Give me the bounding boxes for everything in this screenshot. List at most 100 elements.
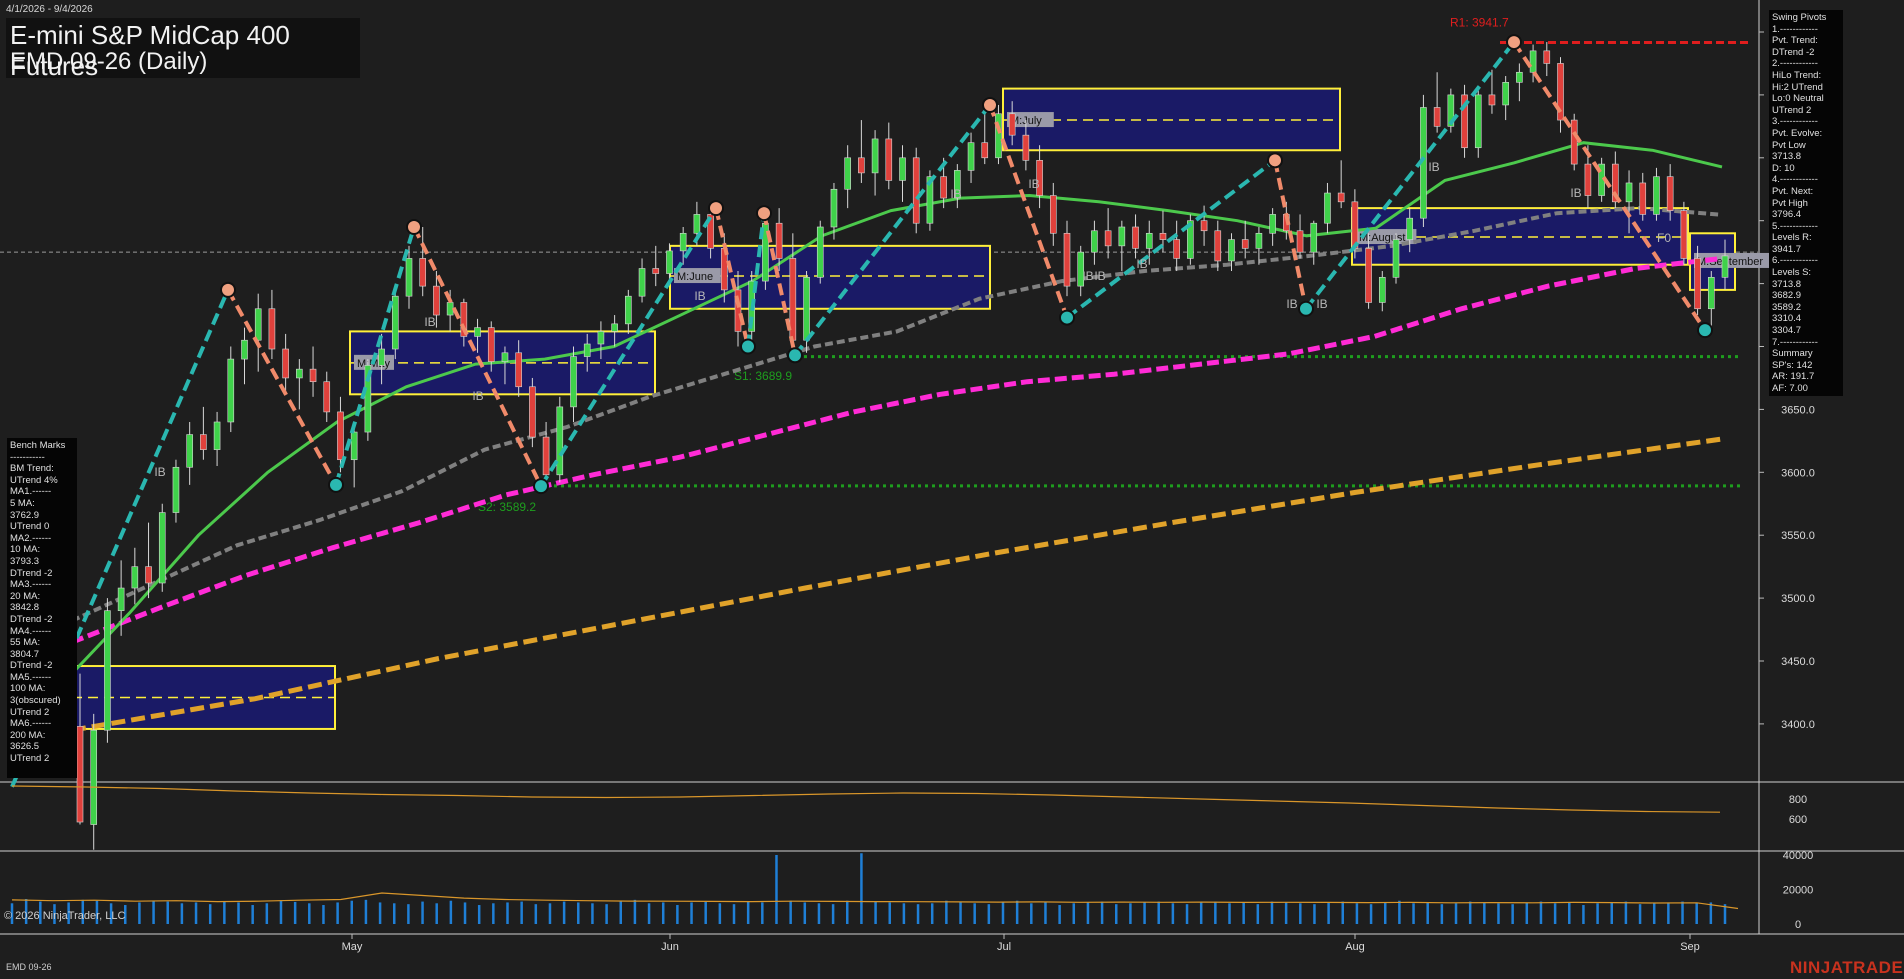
candle-body: [871, 138, 879, 174]
swing-high-marker: [982, 96, 998, 113]
swing-high-marker: [1267, 152, 1283, 169]
candle-body: [1296, 230, 1304, 253]
candle-body: [172, 466, 180, 513]
candle-body: [1104, 230, 1112, 247]
ib-annotation: IB: [1094, 269, 1105, 283]
swing-up-segment: [1304, 40, 1516, 310]
candle-body: [296, 368, 303, 379]
price-tick-label: 3550.0: [1781, 530, 1815, 542]
ib-annotation: IB: [950, 187, 961, 201]
x-tick-label: Aug: [1345, 941, 1365, 953]
swing-low-marker: [1059, 309, 1075, 326]
swing-low-marker: [740, 338, 756, 355]
candle-body: [1653, 176, 1660, 215]
candle-body: [309, 368, 317, 383]
price-tick-label: 3450.0: [1781, 656, 1815, 668]
ib-annotation: IB: [1316, 297, 1327, 311]
candle-body: [145, 566, 152, 584]
candle-body: [885, 138, 893, 181]
osc-tick-label: 600: [1789, 814, 1807, 826]
x-tick-label: May: [342, 941, 363, 953]
candle-body: [227, 358, 235, 423]
candle-body: [1694, 258, 1701, 310]
candle-body: [323, 381, 331, 413]
candle-body: [1365, 248, 1372, 303]
copyright-text: © 2026 NinjaTrader, LLC: [4, 910, 126, 922]
ninjatrader-logo: NINJATRADER: [1790, 958, 1904, 977]
swing-high-marker: [220, 281, 236, 298]
candle-body: [638, 268, 646, 297]
candle-body: [391, 295, 399, 350]
candle-body: [611, 323, 618, 332]
candle-body: [556, 406, 564, 476]
price-tick-label: 3600.0: [1781, 467, 1815, 479]
candle-body: [200, 434, 207, 450]
candle-body: [1351, 201, 1359, 249]
swing-high-marker: [708, 200, 724, 217]
price-tick-label: 3650.0: [1781, 404, 1815, 416]
candle-body: [912, 157, 920, 224]
resistance-label: R1: 3941.7: [1450, 15, 1509, 29]
candle-body: [1516, 71, 1523, 83]
x-tick-label: Jun: [661, 941, 679, 953]
swing-pivots-panel: Swing Pivots 1.------------ Pvt. Trend: …: [1769, 10, 1843, 396]
candle-body: [529, 386, 536, 438]
candle-body: [1570, 119, 1578, 165]
swing-up-segment: [793, 103, 992, 357]
ib-annotation: IB: [154, 465, 165, 479]
price-chart[interactable]: 3950.03900.03850.03800.03750.03700.03650…: [0, 0, 1904, 979]
candle-body: [76, 726, 84, 823]
swing-high-marker: [406, 218, 422, 235]
swing-low-marker: [1697, 322, 1713, 339]
candle-body: [378, 348, 385, 366]
candle-body: [816, 226, 824, 278]
swing-up-segment: [1065, 158, 1277, 320]
candle-body: [241, 339, 248, 360]
date-range: 4/1/2026 - 9/4/2026: [6, 4, 93, 15]
ib-annotation: IB: [1286, 297, 1297, 311]
candle-body: [1145, 232, 1153, 249]
volume-tick-label: 20000: [1783, 885, 1814, 897]
support-label: S2: 3589.2: [478, 500, 536, 514]
candle-body: [1255, 232, 1263, 249]
candle-body: [652, 268, 660, 274]
candle-body: [899, 157, 906, 181]
swing-low-marker: [787, 347, 803, 364]
candle-body: [1680, 210, 1688, 259]
candle-body: [1063, 232, 1071, 287]
candle-body: [844, 157, 851, 190]
candle-body: [570, 356, 577, 408]
candle-body: [1625, 182, 1633, 203]
candle-body: [282, 348, 289, 379]
candle-body: [117, 587, 125, 611]
ma-100-line: [71, 255, 1723, 645]
candle-body: [679, 232, 687, 252]
price-tick-label: 3500.0: [1781, 593, 1815, 605]
candle-body: [419, 258, 427, 287]
ma-200-line: [71, 436, 1723, 733]
candle-body: [666, 250, 673, 274]
ib-annotation: IB: [472, 389, 483, 403]
ib-annotation: IB: [1428, 160, 1439, 174]
candle-body: [597, 331, 605, 345]
support-label: S1: 3689.9: [734, 369, 792, 383]
candle-body: [583, 343, 591, 357]
candle-body: [1474, 94, 1482, 149]
swing-low-marker: [533, 478, 549, 495]
ib-annotation: IB: [694, 289, 705, 303]
candle-body: [1214, 230, 1222, 262]
swing-high-marker: [756, 205, 772, 222]
candle-body: [104, 610, 111, 731]
candle-body: [1118, 226, 1126, 247]
swing-down-segment: [226, 288, 338, 486]
candle-body: [1022, 134, 1030, 161]
candle-body: [1707, 277, 1715, 310]
candle-body: [1584, 163, 1592, 196]
candle-body: [1241, 239, 1249, 249]
title-box: E-mini S&P MidCap 400 Futures EMD 09-26 …: [6, 18, 360, 81]
candle-body: [501, 352, 509, 362]
candle-body: [131, 566, 139, 589]
candle-body: [858, 157, 865, 174]
oscillator-line: [11, 785, 1721, 813]
candle-body: [1529, 50, 1537, 73]
